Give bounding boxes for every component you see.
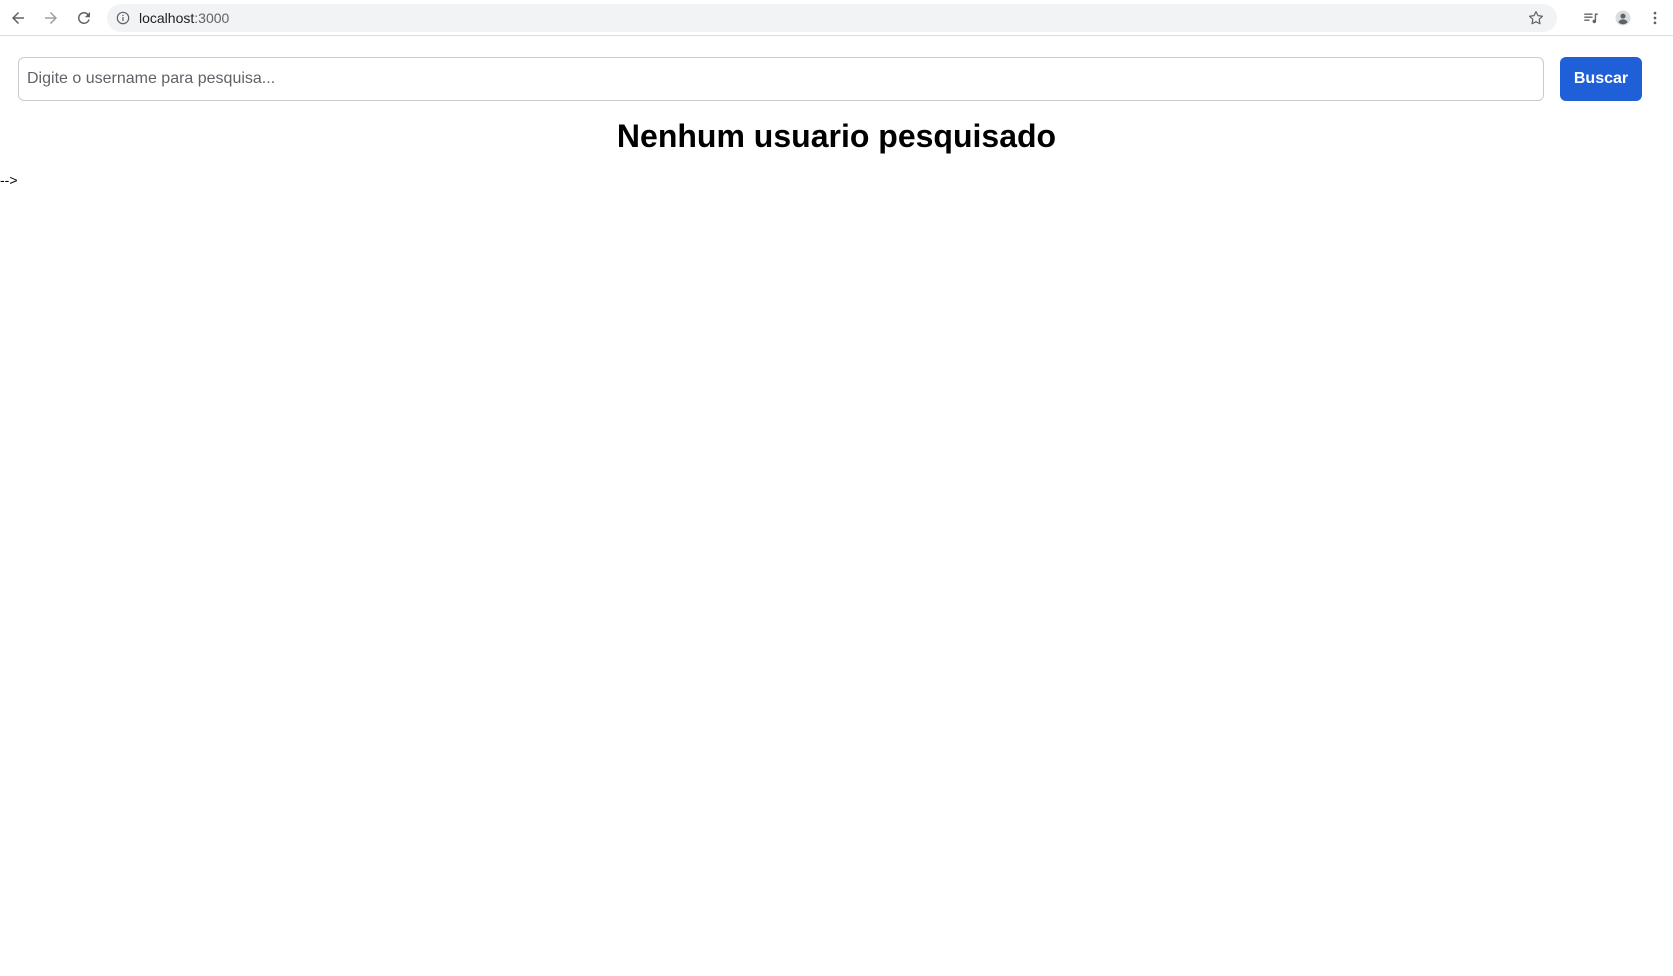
arrow-right-icon (45, 12, 57, 24)
forward-button[interactable] (37, 4, 65, 32)
profile-button[interactable] (1609, 4, 1637, 32)
arrow-left-icon (12, 12, 24, 24)
reading-list-icon (1584, 13, 1598, 24)
address-bar[interactable]: localhost:3000 (107, 4, 1557, 32)
star-icon[interactable] (1527, 9, 1545, 27)
stray-text: --> (0, 172, 18, 188)
search-button[interactable]: Buscar (1560, 57, 1642, 101)
browser-toolbar: localhost:3000 (0, 0, 1673, 36)
reload-button[interactable] (70, 4, 98, 32)
url-port: :3000 (194, 10, 230, 26)
more-vertical-icon (1653, 11, 1657, 25)
info-icon[interactable] (115, 10, 131, 26)
address-url[interactable]: localhost:3000 (139, 4, 229, 32)
menu-button[interactable] (1641, 4, 1669, 32)
reload-icon (78, 11, 90, 24)
back-button[interactable] (4, 4, 32, 32)
profile-icon (1615, 10, 1631, 26)
empty-state-heading: Nenhum usuario pesquisado (616, 118, 1057, 154)
username-search-input[interactable] (18, 57, 1544, 101)
reading-list-button[interactable] (1577, 4, 1605, 32)
url-host: localhost (139, 10, 195, 26)
